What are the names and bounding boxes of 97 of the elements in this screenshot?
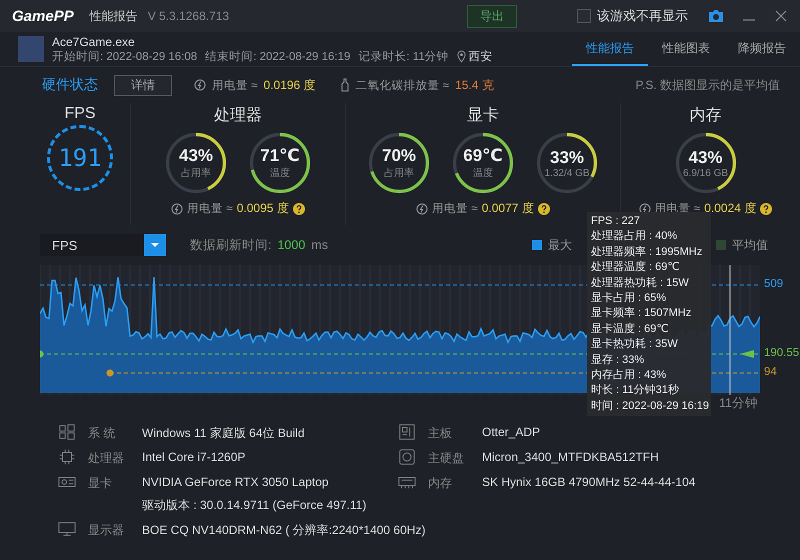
time-axis-label: 11分钟	[719, 395, 758, 411]
power-label: 用电量 ≈	[212, 78, 258, 92]
version-label: V 5.3.1268.713	[148, 9, 230, 23]
gauge-value: 71℃	[260, 146, 300, 166]
tooltip-line: 显卡频率 : 1507MHz	[591, 306, 692, 322]
gauge-value: 70%	[382, 146, 416, 166]
group-title: 显卡	[467, 106, 499, 126]
tooltip-line: 显卡温度 : 69℃	[591, 322, 670, 337]
close-icon[interactable]	[774, 9, 788, 23]
power-icon	[638, 202, 651, 214]
power-value: 0.0024 度	[704, 200, 756, 217]
gauge-value: 33%	[550, 148, 584, 168]
tooltip-line: 内存占用 : 43%	[591, 368, 668, 384]
location: 西安	[468, 50, 493, 64]
location-pin-icon	[456, 50, 466, 62]
tooltip-line: 显卡热功耗 : 35W	[591, 337, 679, 352]
checkbox-label: 该游戏不再显示	[597, 7, 688, 25]
gauge-label: 占用率	[181, 166, 211, 180]
tooltip-line: 显卡占用 : 65%	[591, 291, 668, 306]
motherboard-icon	[398, 423, 416, 441]
chip-icon	[58, 448, 76, 466]
game-name: Ace7Game.exe	[52, 34, 136, 48]
legend-label: 平均值	[732, 236, 768, 254]
info-value: BOE CQ NV140DRM-N62 ( 分辨率:2240*1400 60Hz)	[142, 522, 426, 539]
info-label: 处理器	[88, 450, 125, 467]
power-icon	[194, 79, 206, 91]
gauge-value: 43%	[688, 148, 723, 168]
info-label: 系 统	[88, 425, 116, 442]
legend-label: 最大	[548, 236, 572, 254]
tooltip-line: 处理器占用 : 40%	[591, 229, 678, 244]
power-value: 0.0196 度	[264, 76, 316, 94]
app-logo: GamePP	[12, 8, 74, 24]
gauge-label: 温度	[270, 166, 290, 180]
co2-value: 15.4 克	[455, 76, 494, 94]
info-value: NVIDIA GeForce RTX 3050 Laptop	[142, 475, 330, 489]
power-icon	[416, 202, 428, 214]
max-value-label: 509	[764, 278, 784, 290]
info-label: 内存	[428, 475, 453, 492]
group-title: 处理器	[214, 106, 262, 126]
info-label: 主板	[428, 425, 453, 442]
tooltip-line: 处理器热功耗 : 15W	[591, 276, 690, 291]
min-value-label: 94	[764, 366, 777, 378]
refresh-label: 数据刷新时间:	[190, 236, 272, 254]
refresh-value: 1000	[277, 238, 306, 252]
tooltip-line: 时间 : 2022-08-29 16:19	[591, 398, 707, 414]
info-value: Otter_ADP	[482, 425, 540, 439]
power-label: 用电量 ≈	[187, 202, 233, 216]
note-text: P.S. 数据图显示的是平均值	[636, 76, 780, 94]
info-value: Windows 11 家庭版 64位 Build	[142, 425, 305, 442]
help-icon[interactable]	[760, 202, 772, 214]
info-value: Intel Core i7-1260P	[142, 450, 246, 464]
info-label: 显示器	[88, 522, 125, 539]
info-label: 主硬盘	[428, 450, 465, 467]
monitor-icon	[58, 520, 76, 538]
refresh-unit: ms	[311, 238, 328, 252]
tab[interactable]: 性能图表	[648, 32, 724, 66]
fps-gauge: 191	[47, 125, 113, 191]
tab[interactable]: 降频报告	[724, 32, 800, 66]
game-thumbnail	[18, 36, 44, 62]
help-icon[interactable]	[292, 202, 305, 214]
info-value: Micron_3400_MTFDKBA512TFH	[482, 450, 659, 464]
camera-icon[interactable]	[708, 9, 724, 23]
average-value-label: 190.55	[764, 347, 800, 359]
fps-title: FPS	[64, 105, 96, 123]
gauge-label: 占用率	[384, 166, 414, 180]
tooltip-line: 处理器频率 : 1995MHz	[591, 244, 704, 260]
gauge-label: 6.9/16 GB	[682, 168, 728, 178]
start-time: 开始时间: 2022-08-29 16:08	[52, 50, 198, 64]
windows-logo-icon	[58, 423, 76, 441]
power-label: 用电量 ≈	[432, 202, 478, 216]
tooltip-line: 时长 : 11分钟31秒	[591, 383, 680, 398]
gauge-label: 温度	[473, 166, 493, 180]
export-button[interactable]: 导出	[467, 4, 517, 28]
info-label: 显卡	[88, 475, 113, 492]
tooltip-line: 显存 : 33%	[591, 352, 646, 368]
bottle-icon	[340, 78, 350, 92]
info-value: 驱动版本 : 30.0.14.9711 (GeForce 497.11)	[142, 497, 366, 514]
tooltip-line: 处理器温度 : 69℃	[591, 260, 681, 276]
info-value: SK Hynix 16GB 4790MHz 52-44-44-104	[482, 475, 696, 489]
gauge-value: 43%	[178, 146, 214, 166]
end-time: 结束时间: 2022-08-29 16:19	[205, 50, 350, 64]
power-value: 0.0095 度	[236, 200, 289, 217]
help-icon[interactable]	[538, 202, 550, 214]
gauge-label: 1.32/4 GB	[544, 168, 590, 178]
power-icon	[171, 202, 184, 214]
section-title: 硬件状态	[42, 76, 98, 94]
power-value: 0.0077 度	[482, 200, 534, 217]
window-title: 性能报告	[90, 8, 138, 24]
gauge-value: 69℃	[463, 146, 503, 166]
tooltip-line: FPS : 227	[591, 214, 641, 229]
tab[interactable]: 性能报告	[572, 32, 648, 66]
checkbox[interactable]	[577, 9, 591, 23]
metric-dropdown[interactable]: FPS	[40, 234, 166, 256]
details-button[interactable]: 详情	[114, 74, 172, 96]
record-duration: 记录时长: 11分钟	[358, 50, 449, 64]
co2-label: 二氧化碳排放量 ≈	[356, 78, 450, 92]
group-title: 内存	[690, 106, 722, 126]
